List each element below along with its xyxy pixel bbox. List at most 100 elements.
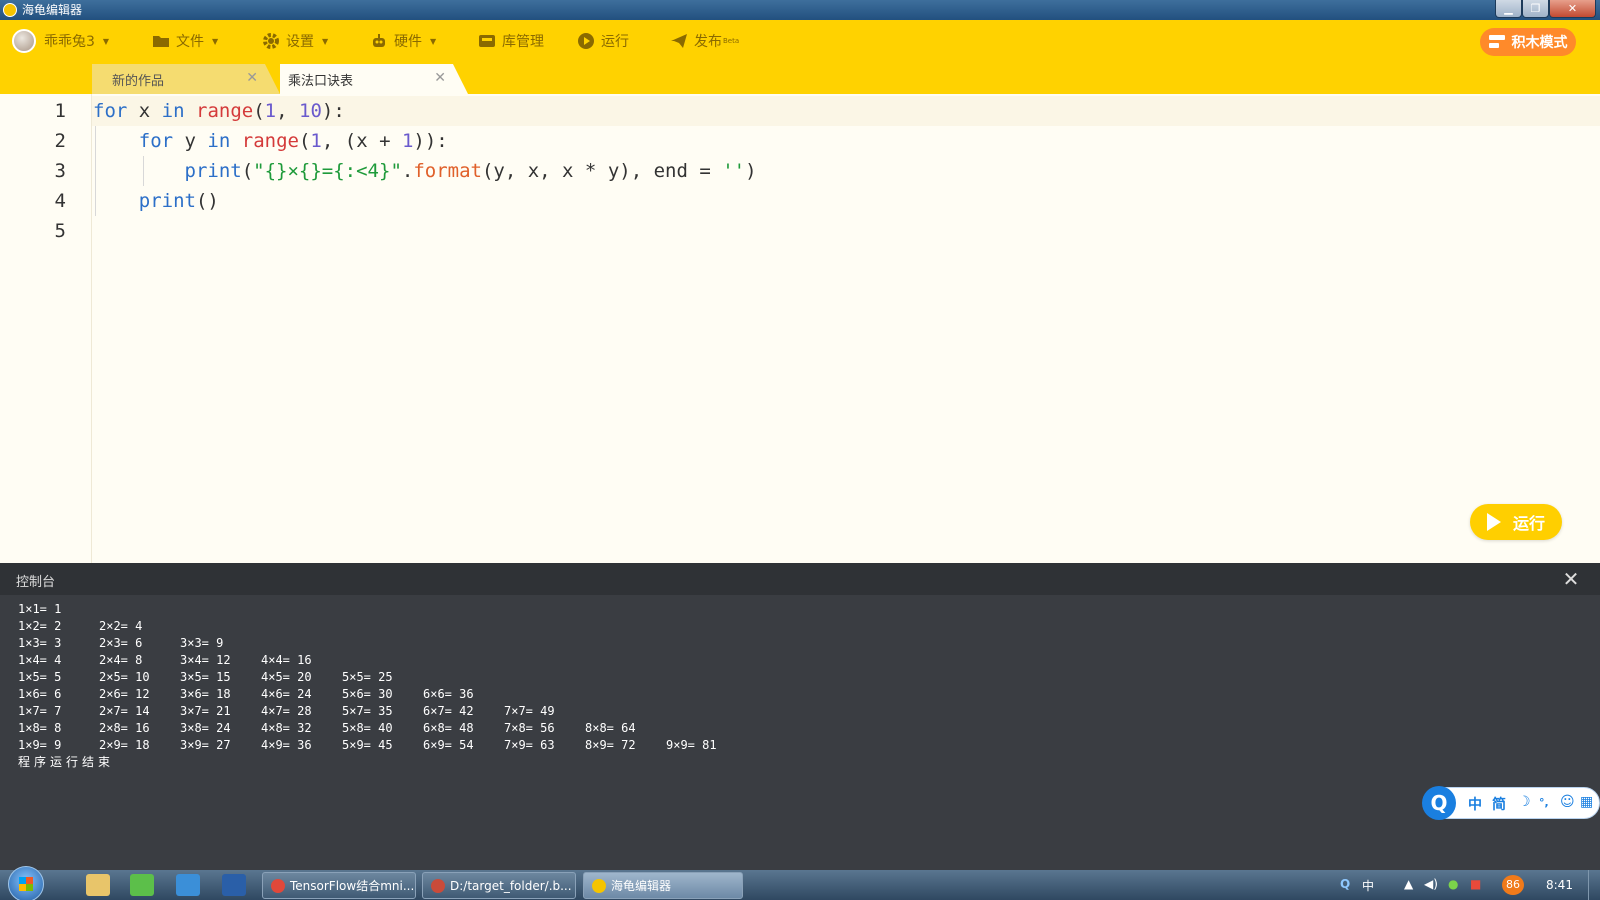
library-icon (479, 35, 495, 47)
task-target-folder[interactable]: D:/target_folder/.b... (422, 872, 576, 899)
tray-language[interactable]: 中 (1362, 877, 1374, 894)
settings-menu[interactable]: 设置 ▼ (262, 30, 328, 52)
toolbar-run-button[interactable]: 运行 (577, 30, 629, 52)
line-number: 5 (54, 220, 66, 242)
chrome-icon (271, 878, 285, 893)
app-icon (3, 3, 17, 17)
close-icon[interactable]: ✕ (434, 70, 446, 86)
output-cell: 1×8= 8 (18, 721, 62, 735)
ime-tray-icon[interactable]: Q (1340, 877, 1350, 891)
tab-label: 乘法口诀表 (288, 73, 354, 89)
network-icon[interactable]: ■ (1470, 877, 1481, 891)
ime-toolbar[interactable]: Q 中 简 ☽ °, ☺ ▦ (1422, 786, 1600, 820)
output-cell: 2×8= 16 (99, 721, 150, 735)
output-cell: 7×8= 56 (504, 721, 555, 735)
editor-icon[interactable] (222, 874, 246, 896)
console-header: 控制台 ✕ (0, 563, 1600, 595)
console-panel: 控制台 ✕ 1×1= 1 1×2= 2 2×2= 4 1×3= 3 2×3= 6 3×… (0, 563, 1600, 870)
chevron-down-icon: ▼ (212, 36, 219, 46)
tab-multiplication-table[interactable]: 乘法口诀表 ✕ (280, 64, 468, 94)
ime-logo-icon[interactable]: Q (1422, 786, 1456, 820)
moon-icon[interactable]: ☽ (1518, 794, 1531, 810)
clock[interactable]: 8:41 (1546, 878, 1573, 892)
code-token: print (184, 160, 242, 182)
publish-button[interactable]: 发布 Beta (670, 30, 739, 52)
output-line: 1×6= 6 2×6= 12 3×6= 18 4×6= 24 5×6= 30 6×6= 3… (18, 686, 747, 703)
output-cell: 2×9= 18 (99, 738, 150, 752)
close-icon[interactable]: ✕ (1560, 567, 1582, 591)
robot-icon (373, 34, 385, 47)
line-number: 3 (54, 160, 66, 182)
code-token: , (x + (321, 130, 402, 152)
output-cell: 9×9= 81 (666, 738, 717, 752)
shield-icon[interactable]: ● (1448, 877, 1458, 891)
code-token: in (161, 100, 185, 122)
ime-simplified-toggle[interactable]: 简 (1492, 794, 1506, 814)
browser-icon[interactable] (176, 874, 200, 896)
output-cell: 2×2= 4 (99, 619, 143, 633)
output-line: 1×9= 9 2×9= 18 3×9= 27 4×9= 36 5×9= 45 6×9= 5… (18, 737, 747, 754)
blocks-mode-button[interactable]: 积木模式 (1480, 28, 1576, 56)
output-cell: 5×8= 40 (342, 721, 393, 735)
punctuation-icon[interactable]: °, (1539, 796, 1549, 809)
library-manager-button[interactable]: 库管理 (478, 30, 544, 52)
chevron-down-icon: ▼ (430, 36, 437, 46)
task-turtle-editor[interactable]: 海龟编辑器 (583, 872, 743, 899)
code-token: ) (745, 160, 757, 182)
code-token: for (138, 130, 174, 152)
minimize-button[interactable]: ▁ (1495, 0, 1522, 18)
gear-icon (263, 33, 279, 49)
grid-icon[interactable]: ▦ (1580, 794, 1593, 810)
output-cell: 2×3= 6 (99, 636, 143, 650)
task-tensorflow[interactable]: TensorFlow结合mni... (262, 872, 416, 899)
close-window-button[interactable]: ✕ (1549, 0, 1596, 18)
output-cell: 4×6= 24 (261, 687, 312, 701)
output-cell: 5×9= 45 (342, 738, 393, 752)
output-cell: 5×7= 35 (342, 704, 393, 718)
tab-label: 新的作品 (112, 73, 165, 89)
output-cell: 3×4= 12 (180, 653, 231, 667)
start-button[interactable] (8, 866, 44, 900)
output-cell: 3×5= 15 (180, 670, 231, 684)
ime-language-toggle[interactable]: 中 (1468, 794, 1482, 814)
line-number: 1 (54, 100, 66, 122)
code-token: 10 (299, 100, 322, 122)
folder-icon (153, 36, 169, 47)
show-desktop-button[interactable] (1588, 870, 1600, 900)
tab-new-work[interactable]: 新的作品 ✕ (92, 64, 280, 94)
output-cell: 8×9= 72 (585, 738, 636, 752)
output-cell: 4×4= 16 (261, 653, 312, 667)
user-menu[interactable]: 乖乖兔3 ▼ (12, 29, 109, 53)
folder-icon[interactable] (86, 874, 110, 896)
title-bar: 海龟编辑器 ▁ ❐ ✕ (0, 0, 1600, 20)
output-cell: 4×5= 20 (261, 670, 312, 684)
code-token: ( (298, 130, 311, 152)
code-token: in (207, 130, 231, 152)
code-token: "{}×{}={:<4}" (253, 160, 402, 182)
code-token: ( (241, 160, 254, 182)
line-number: 2 (54, 130, 66, 152)
notification-badge[interactable]: 86 (1502, 875, 1524, 895)
code-line-3: print("{}×{}={:<4}".format(y, x, x * y),… (93, 156, 757, 186)
wechat-icon[interactable] (130, 874, 154, 896)
close-icon[interactable]: ✕ (246, 70, 258, 86)
paper-plane-icon (671, 34, 687, 48)
user-name: 乖乖兔3 (44, 34, 95, 50)
output-line: 1×5= 5 2×5= 10 3×5= 15 4×5= 20 5×5= 25 (18, 669, 747, 686)
code-token: ( (253, 100, 265, 122)
output-cell: 7×9= 63 (504, 738, 555, 752)
output-cell: 1×6= 6 (18, 687, 62, 701)
speaker-icon[interactable]: ◀) (1424, 877, 1438, 891)
hardware-menu[interactable]: 硬件 ▼ (370, 30, 436, 52)
line-number-gutter: 1 2 3 4 5 (0, 94, 92, 563)
file-menu[interactable]: 文件 ▼ (152, 30, 218, 52)
maximize-button[interactable]: ❐ (1522, 0, 1549, 18)
chevron-up-icon[interactable]: ▲ (1404, 877, 1413, 891)
program-end-message: 程序运行结束 (18, 755, 115, 769)
emoji-icon[interactable]: ☺ (1560, 794, 1575, 810)
code-editor[interactable]: 1 2 3 4 5 for x in range(1, 10): for y i… (0, 94, 1600, 563)
play-icon (1486, 513, 1501, 531)
run-button[interactable]: 运行 (1470, 504, 1562, 540)
